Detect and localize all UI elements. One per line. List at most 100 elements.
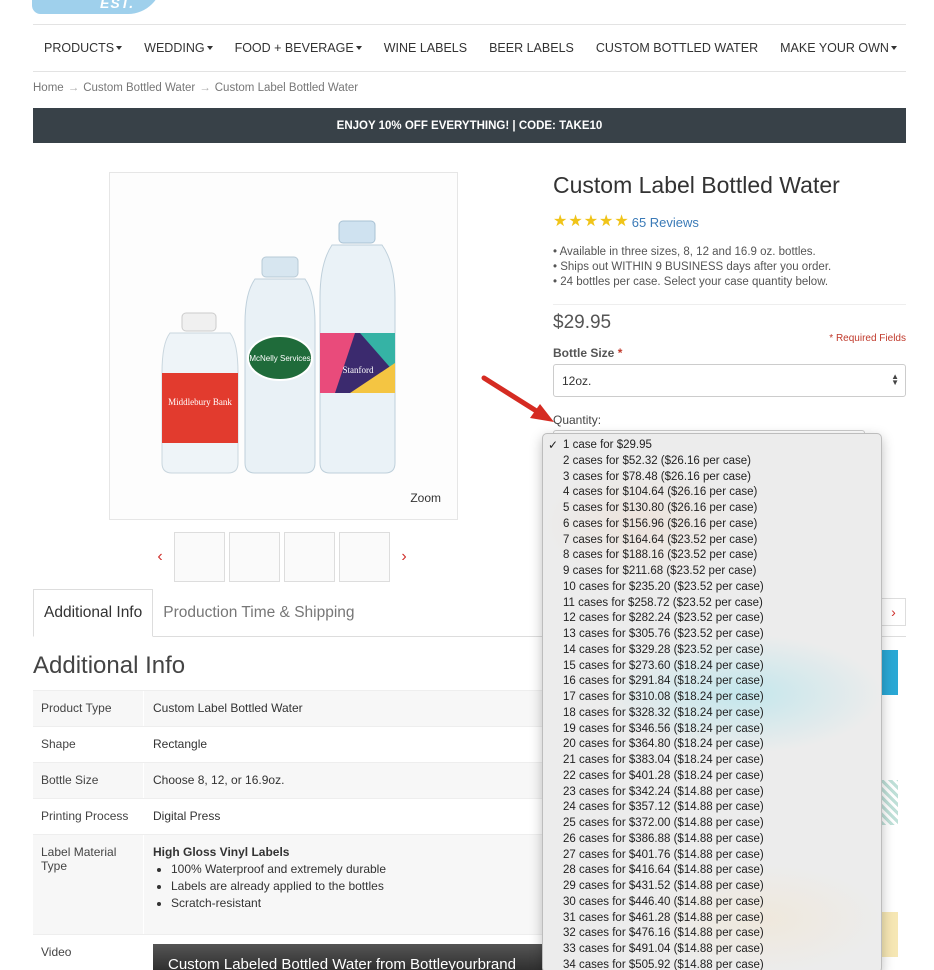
thumbnail-strip: ‹ › bbox=[150, 532, 414, 582]
star-icon: ★ bbox=[568, 213, 583, 230]
quantity-option[interactable]: 14 cases for $329.28 ($23.52 per case) bbox=[543, 643, 881, 659]
quantity-option[interactable]: 31 cases for $461.28 ($14.88 per case) bbox=[543, 911, 881, 927]
quantity-option[interactable]: 29 cases for $431.52 ($14.88 per case) bbox=[543, 879, 881, 895]
logo-est-text: EST. 2003 bbox=[100, 0, 135, 14]
nav-item-custom-bottled-water[interactable]: CUSTOM BOTTLED WATER bbox=[596, 41, 758, 55]
quantity-option[interactable]: 16 cases for $291.84 ($18.24 per case) bbox=[543, 674, 881, 690]
quantity-option[interactable]: 17 cases for $310.08 ($18.24 per case) bbox=[543, 690, 881, 706]
tab-production-shipping[interactable]: Production Time & Shipping bbox=[153, 589, 364, 636]
row-value: Digital Press bbox=[144, 799, 553, 834]
quantity-option-label: 8 cases for $188.16 ($23.52 per case) bbox=[563, 549, 758, 562]
quantity-option[interactable]: 19 cases for $346.56 ($18.24 per case) bbox=[543, 722, 881, 738]
quantity-dropdown-menu[interactable]: ✓ 1 case for $29.95 2 cases for $52.32 ($2… bbox=[542, 433, 882, 970]
quantity-option[interactable]: 26 cases for $386.88 ($14.88 per case) bbox=[543, 832, 881, 848]
thumb-prev-arrow-icon[interactable]: ‹ bbox=[150, 548, 170, 566]
breadcrumb-category[interactable]: Custom Bottled Water bbox=[83, 82, 195, 94]
row-value: High Gloss Vinyl Labels 100% Waterproof a… bbox=[144, 835, 553, 934]
quantity-label: Quantity: bbox=[553, 413, 602, 427]
bottle-size-label: Bottle Size * bbox=[553, 346, 622, 360]
product-price: $29.95 bbox=[553, 312, 612, 333]
table-row: Shape Rectangle bbox=[33, 726, 553, 762]
quantity-option[interactable]: 9 cases for $211.68 ($23.52 per case) bbox=[543, 564, 881, 580]
thumbnail-3[interactable] bbox=[284, 532, 335, 582]
quantity-option-label: 33 cases for $491.04 ($14.88 per case) bbox=[563, 943, 764, 955]
quantity-option[interactable]: 10 cases for $235.20 ($23.52 per case) bbox=[543, 580, 881, 596]
video-player[interactable]: Custom Labeled Bottled Water from Bottle… bbox=[153, 944, 553, 970]
quantity-option[interactable]: 11 cases for $258.72 ($23.52 per case) bbox=[543, 596, 881, 612]
quantity-option[interactable]: 28 cases for $416.64 ($14.88 per case) bbox=[543, 863, 881, 879]
quantity-option[interactable]: 12 cases for $282.24 ($23.52 per case) bbox=[543, 611, 881, 627]
nav-item-wine-labels[interactable]: WINE LABELS bbox=[384, 41, 467, 55]
row-value: Choose 8, 12, or 16.9oz. bbox=[144, 763, 553, 798]
quantity-option[interactable]: 4 cases for $104.64 ($26.16 per case) bbox=[543, 485, 881, 501]
star-icon: ★ bbox=[614, 213, 629, 230]
zoom-label[interactable]: Zoom bbox=[410, 491, 441, 505]
section-title: Additional Info bbox=[33, 652, 186, 679]
product-main-image[interactable]: Middlebury Bank McNelly Services Stanfor… bbox=[109, 172, 458, 520]
nav-item-food-beverage[interactable]: FOOD + BEVERAGE bbox=[235, 41, 362, 55]
row-label: Bottle Size bbox=[33, 763, 144, 798]
site-logo[interactable]: EST. 2003 bbox=[32, 0, 162, 14]
divider bbox=[553, 304, 906, 305]
nav-item-beer-labels[interactable]: BEER LABELS bbox=[489, 41, 574, 55]
quantity-option-label: 9 cases for $211.68 ($23.52 per case) bbox=[563, 565, 757, 577]
nav-item-products[interactable]: PRODUCTS bbox=[44, 41, 123, 55]
quantity-option[interactable]: ✓ 1 case for $29.95 bbox=[543, 438, 881, 454]
quantity-option[interactable]: 5 cases for $130.80 ($26.16 per case) bbox=[543, 501, 881, 517]
quantity-option[interactable]: 34 cases for $505.92 ($14.88 per case) bbox=[543, 958, 881, 970]
bottle-small: Middlebury Bank bbox=[161, 312, 239, 474]
star-icon: ★ bbox=[583, 213, 599, 230]
bottle-size-select[interactable]: 12oz. ▲ ▼ bbox=[553, 364, 906, 397]
quantity-option-label: 13 cases for $305.76 ($23.52 per case) bbox=[563, 628, 764, 640]
quantity-option[interactable]: 24 cases for $357.12 ($14.88 per case) bbox=[543, 800, 881, 816]
quantity-option-label: 14 cases for $329.28 ($23.52 per case) bbox=[563, 643, 764, 656]
thumbnail-4[interactable] bbox=[339, 532, 390, 582]
table-row: Label Material Type High Gloss Vinyl Labe… bbox=[33, 834, 553, 934]
table-row: Bottle Size Choose 8, 12, or 16.9oz. bbox=[33, 762, 553, 798]
quantity-option[interactable]: 22 cases for $401.28 ($18.24 per case) bbox=[543, 769, 881, 785]
quantity-option-label: 5 cases for $130.80 ($26.16 per case) bbox=[563, 502, 758, 514]
promo-banner[interactable]: ENJOY 10% OFF EVERYTHING! | CODE: TAKE10 bbox=[33, 108, 906, 143]
quantity-option[interactable]: 25 cases for $372.00 ($14.88 per case) bbox=[543, 816, 881, 832]
video-title: Custom Labeled Bottled Water from Bottle… bbox=[168, 956, 516, 970]
quantity-option-label: 24 cases for $357.12 ($14.88 per case) bbox=[563, 801, 764, 814]
quantity-option[interactable]: 8 cases for $188.16 ($23.52 per case) bbox=[543, 548, 881, 564]
tab-additional-info[interactable]: Additional Info bbox=[33, 589, 154, 637]
quantity-option-label: 25 cases for $372.00 ($14.88 per case) bbox=[563, 817, 764, 829]
svg-text:Middlebury Bank: Middlebury Bank bbox=[168, 397, 232, 407]
quantity-option[interactable]: 18 cases for $328.32 ($18.24 per case) bbox=[543, 706, 881, 722]
main-nav: PRODUCTS WEDDING FOOD + BEVERAGE WINE LABEL… bbox=[33, 24, 906, 72]
nav-item-wedding[interactable]: WEDDING bbox=[144, 41, 213, 55]
caret-down-icon bbox=[355, 46, 362, 50]
thumbnail-1[interactable] bbox=[174, 532, 225, 582]
quantity-option[interactable]: 6 cases for $156.96 ($26.16 per case) bbox=[543, 517, 881, 533]
quantity-option[interactable]: 15 cases for $273.60 ($18.24 per case) bbox=[543, 659, 881, 675]
quantity-option-label: 6 cases for $156.96 ($26.16 per case) bbox=[563, 517, 758, 530]
quantity-option[interactable]: 21 cases for $383.04 ($18.24 per case) bbox=[543, 753, 881, 769]
tab-scroll-right-icon[interactable]: › bbox=[882, 598, 906, 626]
svg-text:McNelly Services: McNelly Services bbox=[249, 354, 310, 363]
quantity-option[interactable]: 13 cases for $305.76 ($23.52 per case) bbox=[543, 627, 881, 643]
side-swatch bbox=[882, 912, 898, 957]
reviews-link[interactable]: 65 Reviews bbox=[632, 215, 699, 230]
quantity-option[interactable]: 23 cases for $342.24 ($14.88 per case) bbox=[543, 785, 881, 801]
quantity-option[interactable]: 2 cases for $52.32 ($26.16 per case) bbox=[543, 454, 881, 470]
thumbnail-2[interactable] bbox=[229, 532, 280, 582]
nav-item-label: MAKE YOUR OWN bbox=[780, 41, 889, 55]
quantity-option[interactable]: 7 cases for $164.64 ($23.52 per case) bbox=[543, 533, 881, 549]
thumb-next-arrow-icon[interactable]: › bbox=[394, 548, 414, 566]
breadcrumb-separator: → bbox=[67, 82, 80, 94]
select-arrows-icon: ▲ ▼ bbox=[891, 372, 899, 387]
quantity-option[interactable]: 20 cases for $364.80 ($18.24 per case) bbox=[543, 737, 881, 753]
breadcrumb-home[interactable]: Home bbox=[33, 82, 64, 94]
nav-item-make-your-own[interactable]: MAKE YOUR OWN bbox=[780, 41, 897, 55]
product-title: Custom Label Bottled Water bbox=[553, 172, 840, 198]
quantity-option[interactable]: 3 cases for $78.48 ($26.16 per case) bbox=[543, 470, 881, 486]
star-icon: ★ bbox=[553, 213, 568, 230]
quantity-option[interactable]: 32 cases for $476.16 ($14.88 per case) bbox=[543, 926, 881, 942]
quantity-option-label: 1 case for $29.95 bbox=[563, 439, 652, 451]
quantity-option[interactable]: 27 cases for $401.76 ($14.88 per case) bbox=[543, 848, 881, 864]
quantity-option[interactable]: 30 cases for $446.40 ($14.88 per case) bbox=[543, 895, 881, 911]
quantity-option[interactable]: 33 cases for $491.04 ($14.88 per case) bbox=[543, 942, 881, 958]
breadcrumb-separator: → bbox=[199, 82, 211, 94]
